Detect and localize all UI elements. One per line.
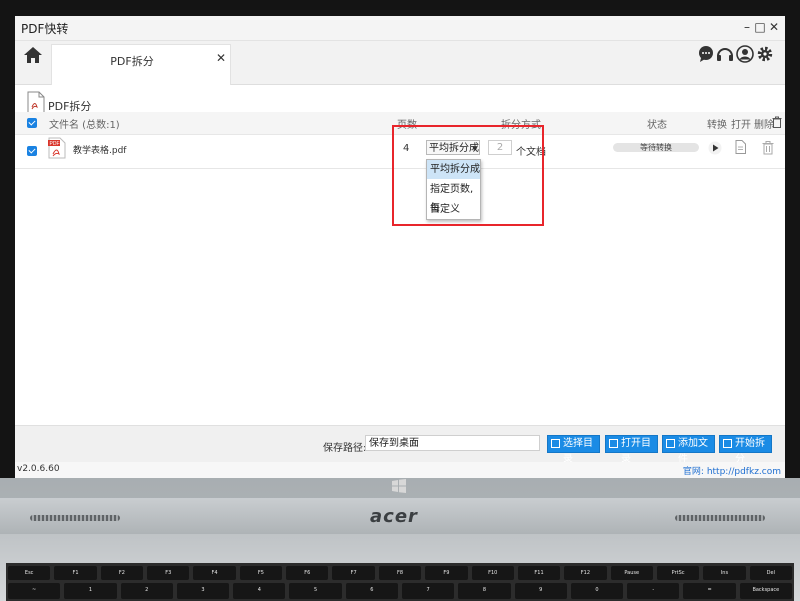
annotation-highlight-box xyxy=(392,125,544,226)
chat-icon[interactable] xyxy=(697,45,715,63)
tab-pdf-split[interactable]: PDF拆分 ✕ xyxy=(51,44,231,85)
col-convert: 转换 xyxy=(707,120,727,131)
maximize-button[interactable]: □ xyxy=(753,20,767,34)
tab-label: PDF拆分 xyxy=(110,55,154,68)
keyboard-key: F3 xyxy=(147,566,190,580)
keyboard-key: 6 xyxy=(345,583,398,599)
add-file-button[interactable]: 添加文件 xyxy=(662,435,715,465)
keyboard-key: Del xyxy=(749,566,792,580)
folder-icon xyxy=(609,439,618,448)
save-icon xyxy=(551,439,560,448)
choose-dir-button[interactable]: 选择目录 xyxy=(547,435,600,465)
version-text: v2.0.6.60 xyxy=(17,464,60,474)
keyboard-key: 5 xyxy=(289,583,342,599)
col-delete: 删除 xyxy=(754,120,774,131)
col-filename: 文件名 (总数:1) xyxy=(49,120,120,131)
start-split-button[interactable]: 开始拆分 xyxy=(719,435,772,465)
keyboard-key: Esc xyxy=(8,566,51,580)
keyboard-key: F7 xyxy=(332,566,375,580)
keyboard-key: F11 xyxy=(517,566,561,580)
row-checkbox[interactable] xyxy=(27,146,37,156)
keyboard-key: Backspace xyxy=(739,583,792,599)
keyboard-key: F12 xyxy=(564,566,607,580)
add-file-label: 添加文件 xyxy=(678,438,708,465)
home-icon[interactable] xyxy=(23,45,43,65)
choose-dir-label: 选择目录 xyxy=(563,438,593,465)
status-bar: v2.0.6.60 官网: http://pdfkz.com xyxy=(15,462,785,478)
start-split-label: 开始拆分 xyxy=(735,438,765,465)
save-path-label: 保存路径: xyxy=(323,443,367,454)
speaker-grille-left xyxy=(30,515,120,521)
keyboard-key: F8 xyxy=(378,566,422,580)
open-file-icon[interactable] xyxy=(735,140,746,154)
keyboard-key: 0 xyxy=(570,583,624,599)
save-path-input[interactable]: 保存到桌面 xyxy=(365,435,540,451)
split-icon xyxy=(723,439,732,448)
keyboard-key: - xyxy=(627,583,680,599)
delete-all-icon[interactable] xyxy=(772,116,782,128)
keyboard-key: 3 xyxy=(176,583,230,599)
keyboard: Esc F1 F2 F3 F4 F5 F6 F7 F8 F9 F10 F11 F12 Pause PrtSc… xyxy=(6,563,794,601)
keyboard-key: F9 xyxy=(425,566,468,580)
keyboard-key: 2 xyxy=(120,583,173,599)
website-link[interactable]: 官网: http://pdfkz.com xyxy=(683,464,781,477)
keyboard-key: 1 xyxy=(64,583,117,599)
row-filename: 教学表格.pdf xyxy=(73,146,127,156)
tab-close-icon[interactable]: ✕ xyxy=(216,51,226,65)
open-dir-label: 打开目录 xyxy=(621,438,651,465)
keyboard-key: Ins xyxy=(703,566,746,580)
delete-icon[interactable] xyxy=(762,140,774,155)
headset-icon[interactable] xyxy=(716,45,734,63)
keyboard-key: F4 xyxy=(193,566,236,580)
keyboard-key: 9 xyxy=(514,583,567,599)
open-dir-button[interactable]: 打开目录 xyxy=(605,435,658,465)
keyboard-key: F5 xyxy=(239,566,283,580)
windows-logo-icon xyxy=(392,479,406,493)
gear-icon[interactable] xyxy=(756,45,774,63)
select-all-checkbox[interactable] xyxy=(27,118,37,128)
minimize-button[interactable]: – xyxy=(740,20,754,34)
keyboard-key: F1 xyxy=(54,566,97,580)
pdf-file-icon: PDF xyxy=(48,137,66,159)
keyboard-key: 7 xyxy=(402,583,455,599)
play-icon[interactable] xyxy=(708,141,722,155)
svg-text:PDF: PDF xyxy=(50,141,60,147)
keyboard-key: = xyxy=(683,583,736,599)
speaker-grille-right xyxy=(675,515,765,521)
keyboard-key: 4 xyxy=(233,583,286,599)
keyboard-key: F10 xyxy=(471,566,514,580)
app-window: PDF快转 – □ ✕ PDF拆分 ✕ PDF拆分 文件名 (总数:1) 页数 … xyxy=(15,16,785,478)
status-badge: 等待转换 xyxy=(613,143,699,152)
col-status: 状态 xyxy=(647,120,667,131)
keyboard-key: F6 xyxy=(286,566,329,580)
title-bar: PDF快转 – □ ✕ xyxy=(15,16,785,41)
keyboard-key: ~ xyxy=(8,583,61,599)
bottom-bar: 保存路径: 保存到桌面 选择目录 打开目录 添加文件 开始拆分 xyxy=(15,425,785,465)
brand-logo: acer xyxy=(370,506,418,527)
keyboard-key: 8 xyxy=(458,583,511,599)
user-icon[interactable] xyxy=(736,45,754,63)
keyboard-key: PrtSc xyxy=(656,566,700,580)
plus-icon xyxy=(666,439,675,448)
close-button[interactable]: ✕ xyxy=(767,20,781,34)
col-open: 打开 xyxy=(731,120,751,131)
keyboard-key: Pause xyxy=(610,566,653,580)
tab-bar: PDF拆分 ✕ xyxy=(15,41,785,85)
keyboard-key: F2 xyxy=(100,566,144,580)
app-title: PDF快转 xyxy=(21,22,69,36)
